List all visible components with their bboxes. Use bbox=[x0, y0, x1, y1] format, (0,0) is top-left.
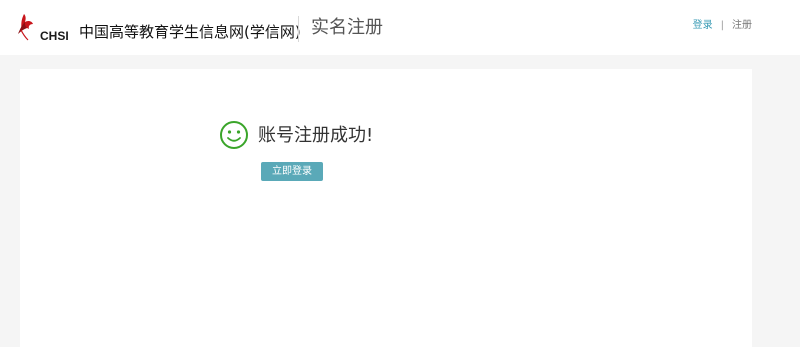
smiley-face-icon bbox=[220, 121, 248, 149]
nav-login-link[interactable]: 登录 bbox=[693, 20, 713, 31]
header-divider bbox=[298, 16, 299, 42]
site-logo[interactable]: CHSI bbox=[16, 12, 72, 44]
site-name[interactable]: 中国高等教育学生信息网(学信网) bbox=[79, 22, 301, 42]
nav-separator: | bbox=[720, 20, 724, 31]
nav-register-link[interactable]: 注册 bbox=[732, 20, 752, 31]
login-now-button[interactable]: 立即登录 bbox=[261, 162, 323, 181]
success-message: 账号注册成功! bbox=[258, 125, 374, 146]
header: CHSI 中国高等教育学生信息网(学信网) 实名注册 登录 | 注册 bbox=[0, 0, 800, 55]
chsi-bird-logo-icon bbox=[18, 14, 33, 41]
main-panel: 账号注册成功! 立即登录 bbox=[20, 69, 752, 347]
logo-text: CHSI bbox=[40, 29, 69, 43]
page-title: 实名注册 bbox=[311, 17, 383, 38]
top-nav: 登录 | 注册 bbox=[693, 19, 752, 33]
